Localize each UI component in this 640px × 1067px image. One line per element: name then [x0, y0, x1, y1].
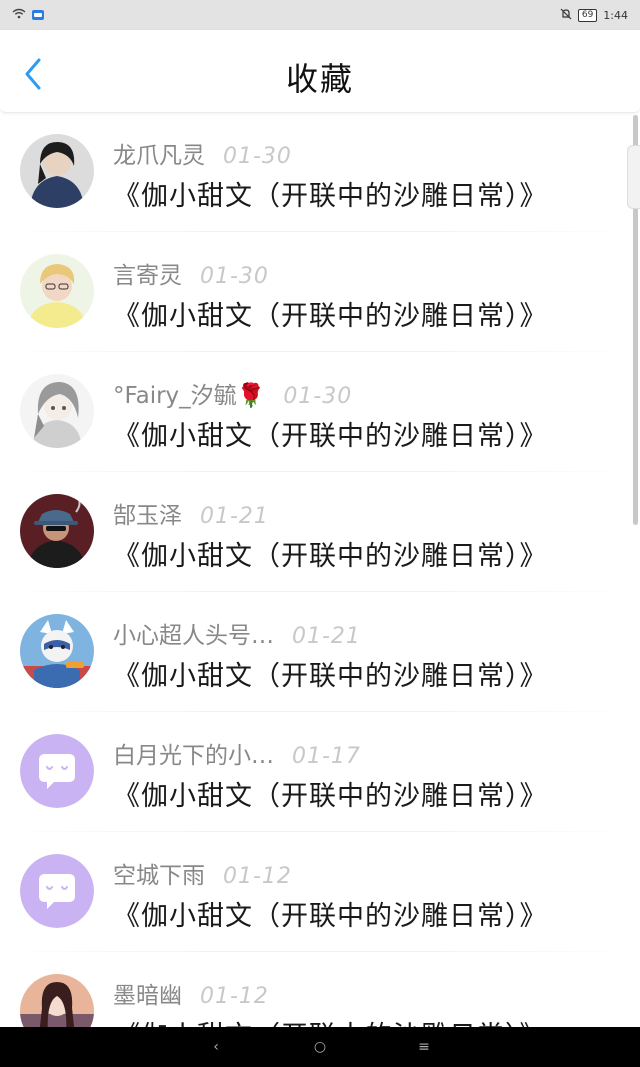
avatar[interactable] — [20, 614, 94, 688]
app-badge-icon — [32, 10, 44, 20]
nav-back-icon[interactable]: ‹ — [204, 1039, 228, 1055]
status-right: 69 1:44 — [560, 8, 628, 23]
list-item[interactable]: 白月光下的小… 01-17 《伽小甜文（开联中的沙雕日常）》 — [0, 712, 640, 832]
avatar[interactable] — [20, 734, 94, 808]
screen: 69 1:44 收藏 龙爪凡灵 01-30 《伽小甜文（开联中的沙雕日常）》 言… — [0, 0, 640, 1067]
avatar[interactable] — [20, 974, 94, 1027]
username-text: °Fairy_汐毓 — [113, 383, 237, 409]
item-title: 《伽小甜文（开联中的沙雕日常）》 — [113, 541, 548, 572]
mute-icon — [560, 8, 572, 23]
date: 01-30 — [223, 144, 292, 169]
item-meta: 郜玉泽 01-21 — [113, 496, 269, 530]
username: 小心超人头号… — [113, 623, 274, 649]
chat-bubble-icon — [20, 854, 94, 928]
item-meta: °Fairy_汐毓🌹 01-30 — [113, 376, 352, 410]
item-meta: 龙爪凡灵 01-30 — [113, 136, 292, 170]
item-meta: 言寄灵 01-30 — [113, 256, 269, 290]
nav-home-icon[interactable]: ○ — [308, 1039, 332, 1055]
item-title: 《伽小甜文（开联中的沙雕日常）》 — [113, 181, 548, 212]
list-item[interactable]: 小心超人头号… 01-21 《伽小甜文（开联中的沙雕日常）》 — [0, 592, 640, 712]
username: 空城下雨 — [113, 863, 205, 889]
list-item[interactable]: 言寄灵 01-30 《伽小甜文（开联中的沙雕日常）》 — [0, 232, 640, 352]
item-title: 《伽小甜文（开联中的沙雕日常）》 — [113, 781, 548, 812]
wifi-icon — [12, 8, 26, 22]
date: 01-21 — [292, 624, 361, 649]
date: 01-30 — [200, 264, 269, 289]
system-nav-bar: ‹ ○ ≡ — [0, 1027, 640, 1067]
avatar[interactable] — [20, 854, 94, 928]
username: 墨暗幽 — [113, 983, 182, 1009]
item-meta: 墨暗幽 01-12 — [113, 976, 269, 1010]
avatar[interactable] — [20, 494, 94, 568]
item-title: 《伽小甜文（开联中的沙雕日常）》 — [113, 301, 548, 332]
list-item[interactable]: 郜玉泽 01-21 《伽小甜文（开联中的沙雕日常）》 — [0, 472, 640, 592]
item-title: 《伽小甜文（开联中的沙雕日常）》 — [113, 661, 548, 692]
status-time: 1:44 — [603, 8, 628, 22]
item-title: 《伽小甜文（开联中的沙雕日常）》 — [113, 421, 548, 452]
battery-icon: 69 — [577, 8, 598, 22]
list-item[interactable]: 空城下雨 01-12 《伽小甜文（开联中的沙雕日常）》 — [0, 832, 640, 952]
page-title: 收藏 — [285, 60, 354, 98]
list-item[interactable]: °Fairy_汐毓🌹 01-30 《伽小甜文（开联中的沙雕日常）》 — [0, 352, 640, 472]
header: 收藏 — [0, 30, 640, 113]
username: 郜玉泽 — [113, 503, 182, 529]
date: 01-30 — [283, 384, 353, 409]
username: °Fairy_汐毓🌹 — [113, 376, 265, 410]
item-title: 《伽小甜文（开联中的沙雕日常）》 — [113, 1014, 548, 1027]
favorites-list: 龙爪凡灵 01-30 《伽小甜文（开联中的沙雕日常）》 言寄灵 01-30 《伽… — [0, 112, 640, 1027]
date: 01-12 — [223, 864, 292, 889]
status-left — [12, 8, 44, 22]
status-bar: 69 1:44 — [0, 0, 640, 30]
chat-bubble-icon — [20, 734, 94, 808]
avatar[interactable] — [20, 254, 94, 328]
list-item[interactable]: 墨暗幽 01-12 《伽小甜文（开联中的沙雕日常）》 — [0, 952, 640, 1027]
date: 01-17 — [292, 744, 361, 769]
username: 龙爪凡灵 — [113, 143, 205, 169]
item-meta: 空城下雨 01-12 — [113, 856, 292, 890]
item-meta: 小心超人头号… 01-21 — [113, 616, 361, 650]
rose-emoji: 🌹 — [236, 383, 266, 409]
side-drawer-handle[interactable] — [627, 145, 640, 209]
item-title: 《伽小甜文（开联中的沙雕日常）》 — [113, 901, 548, 932]
avatar[interactable] — [20, 374, 94, 448]
date: 01-21 — [200, 504, 269, 529]
nav-menu-icon[interactable]: ≡ — [412, 1039, 436, 1055]
username: 言寄灵 — [113, 263, 182, 289]
date: 01-12 — [200, 984, 269, 1009]
list-item[interactable]: 龙爪凡灵 01-30 《伽小甜文（开联中的沙雕日常）》 — [0, 112, 640, 232]
avatar[interactable] — [20, 134, 94, 208]
username: 白月光下的小… — [113, 743, 274, 769]
item-meta: 白月光下的小… 01-17 — [113, 736, 361, 770]
